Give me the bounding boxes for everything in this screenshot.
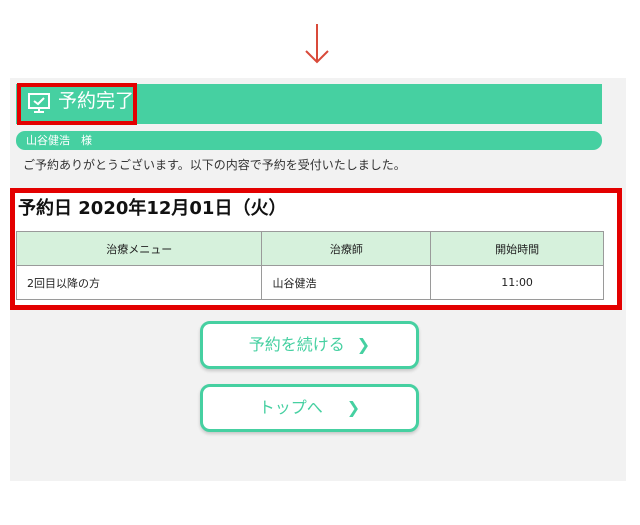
top-page-button[interactable]: トップへ ❯ [200,384,419,432]
chevron-right-icon: ❯ [356,335,371,354]
down-arrow-icon [305,24,329,64]
cell-start-time: 11:00 [430,265,604,300]
user-name: 山谷健浩 様 [26,134,92,147]
reservation-table: 治療メニュー 治療師 開始時間 2回目以降の方 山谷健浩 11:00 [15,231,604,300]
user-name-bar [16,131,602,150]
column-header-start-time: 開始時間 [430,231,604,266]
table-header-row: 治療メニュー 治療師 開始時間 [15,231,604,266]
confirmation-message: ご予約ありがとうございます。以下の内容で予約を受付いたしました。 [23,158,406,172]
chevron-right-icon: ❯ [346,398,361,417]
top-page-label: トップへ [258,398,323,417]
title-highlight-frame [17,83,137,125]
cell-therapist: 山谷健浩 [261,265,432,300]
column-header-menu: 治療メニュー [15,231,263,266]
continue-reservation-button[interactable]: 予約を続ける ❯ [200,321,419,369]
continue-reservation-label: 予約を続ける [248,335,345,354]
reservation-date: 予約日 2020年12月01日（火） [18,198,287,219]
cell-menu: 2回目以降の方 [15,265,263,300]
table-row: 2回目以降の方 山谷健浩 11:00 [15,265,604,300]
column-header-therapist: 治療師 [261,231,432,266]
